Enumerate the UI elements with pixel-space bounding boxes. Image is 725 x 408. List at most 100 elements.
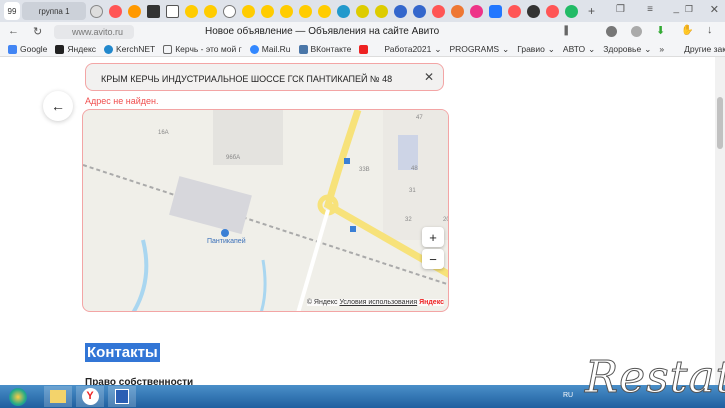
clear-address-icon[interactable]: ✕: [424, 70, 434, 84]
extension-icon[interactable]: ✋: [681, 25, 693, 36]
bookmark-label: Керчь - это мой г: [175, 44, 242, 54]
tab-favicon[interactable]: [147, 4, 160, 18]
tab-favicon[interactable]: [546, 4, 559, 18]
tab-counter[interactable]: 99: [4, 2, 20, 20]
url-field[interactable]: www.avito.ru: [54, 25, 134, 39]
tab-favicon[interactable]: [451, 4, 464, 18]
zoom-out-button[interactable]: −: [422, 249, 444, 269]
tab-favicon[interactable]: [432, 4, 445, 18]
address-bar: ← ↻ www.avito.ru Новое объявление — Объя…: [0, 22, 725, 42]
mailru-icon: [249, 44, 259, 54]
map-label: 48: [411, 166, 418, 172]
bookmark-label: Mail.Ru: [261, 44, 291, 54]
bookmark-label: PROGRAMS: [449, 44, 500, 54]
bookmark-label: Другие закладки: [684, 44, 725, 54]
start-button[interactable]: [4, 386, 32, 407]
zoom-in-button[interactable]: +: [422, 227, 444, 247]
map-label: 47: [416, 115, 423, 121]
tab-group[interactable]: группа 1: [22, 2, 86, 20]
terms-link[interactable]: Условия использования: [339, 299, 417, 306]
map-attribution: © Яндекс Условия использования Яндекс: [306, 299, 444, 306]
tab-favicon[interactable]: [356, 4, 369, 18]
word-icon: [115, 389, 129, 404]
tab-favicon[interactable]: [280, 4, 293, 18]
tab-favicon[interactable]: [337, 4, 350, 18]
bookmark-google[interactable]: Google: [8, 44, 47, 54]
map-label: 96бА: [226, 155, 241, 161]
tab-favicon[interactable]: [508, 4, 521, 18]
active-tab-favicon[interactable]: [565, 4, 578, 18]
tab-favicon[interactable]: [527, 4, 540, 18]
globe-icon[interactable]: [631, 26, 642, 37]
kerchnet-icon: [104, 44, 114, 54]
word-taskbar-button[interactable]: [108, 386, 136, 407]
restore-icon[interactable]: ❐: [685, 4, 693, 15]
map-label: 33В: [359, 167, 370, 173]
bookmark-label: Здоровье: [603, 44, 642, 54]
restate-watermark: Restate: [584, 352, 725, 404]
vk-icon: [298, 44, 308, 54]
tab-favicon[interactable]: [90, 4, 103, 18]
tab-favicon[interactable]: [299, 4, 312, 18]
folder-rabota[interactable]: Работа2021 ⌄: [384, 44, 441, 55]
folder-programs[interactable]: PROGRAMS ⌄: [450, 44, 510, 55]
tab-favicon[interactable]: [242, 4, 255, 18]
address-input[interactable]: КРЫМ КЕРЧЬ ИНДУСТРИАЛЬНОЕ ШОССЕ ГСК ПАНТ…: [85, 63, 444, 91]
tab-favicon[interactable]: [394, 4, 407, 18]
minimize-icon[interactable]: _: [673, 3, 679, 14]
bookmark-mailru[interactable]: Mail.Ru: [249, 44, 291, 54]
yandex-browser-taskbar-button[interactable]: Y: [76, 386, 104, 407]
close-window-icon[interactable]: ✕: [710, 3, 719, 16]
other-bookmarks[interactable]: Другие закладки ⌄: [684, 44, 725, 55]
yandex-browser-icon: Y: [81, 388, 99, 405]
kerch-icon: [163, 44, 173, 54]
language-indicator[interactable]: RU: [563, 392, 573, 399]
tab-strip: 99 группа 1 + ❐ ≡ _ ❐ ✕: [0, 0, 725, 22]
reload-icon[interactable]: ↻: [33, 25, 42, 38]
map-label: 32: [405, 217, 412, 223]
tab-favicon[interactable]: [489, 4, 502, 18]
map-canvas: [83, 110, 448, 311]
tabs-icon[interactable]: ❐: [616, 4, 625, 15]
address-error: Адрес не найден.: [85, 96, 159, 106]
bookmark-icon[interactable]: ❚: [562, 25, 570, 36]
map-label: 20: [443, 217, 448, 223]
tab-favicon[interactable]: [128, 4, 141, 18]
tab-favicon[interactable]: [261, 4, 274, 18]
bookmark-label: АВТО: [562, 44, 586, 54]
bookmark-vk[interactable]: ВКонтакте: [298, 44, 352, 54]
tab-favicon[interactable]: [223, 4, 236, 18]
back-button[interactable]: ←: [43, 91, 73, 121]
yandex-icon: [55, 44, 65, 54]
more-bookmarks[interactable]: »: [659, 44, 664, 54]
tab-favicon[interactable]: [375, 4, 388, 18]
tab-favicon[interactable]: [166, 4, 179, 18]
explorer-taskbar-button[interactable]: [44, 386, 72, 407]
downloads-icon[interactable]: ↓: [707, 24, 713, 36]
bookmark-kerchnet[interactable]: KerchNET: [104, 44, 155, 54]
folder-zdorovie[interactable]: Здоровье ⌄: [603, 44, 651, 55]
menu-icon[interactable]: ≡: [647, 4, 653, 15]
back-nav-icon[interactable]: ←: [8, 25, 19, 37]
bookmark-kerch[interactable]: Керчь - это мой г: [163, 44, 242, 54]
download-ext-icon[interactable]: ⬇: [656, 24, 665, 37]
tab-favicon[interactable]: [204, 4, 217, 18]
protect-icon[interactable]: [606, 26, 617, 37]
bookmark-yandex[interactable]: Яндекс: [55, 44, 96, 54]
bookmark-label: Яндекс: [67, 44, 97, 54]
folder-gravio[interactable]: Гравио ⌄: [517, 44, 555, 55]
bookmark-youtube[interactable]: [359, 44, 369, 54]
tab-favicon[interactable]: [185, 4, 198, 18]
copyright: © Яндекс: [306, 299, 338, 306]
tab-favicon[interactable]: [318, 4, 331, 18]
map[interactable]: Пантикапей 16А 96бА 33В 47 48 31 32 20 +…: [82, 109, 449, 312]
new-tab-icon[interactable]: +: [588, 4, 595, 18]
tab-favicon[interactable]: [470, 4, 483, 18]
folder-avto[interactable]: АВТО ⌄: [563, 44, 595, 55]
scrollbar-thumb[interactable]: [717, 97, 723, 149]
tab-favicon[interactable]: [109, 4, 122, 18]
tab-favicon[interactable]: [413, 4, 426, 18]
poi-label[interactable]: Пантикапей: [207, 238, 246, 245]
bookmark-label: ВКонтакте: [310, 44, 352, 54]
yandex-logo: Яндекс: [419, 299, 444, 306]
